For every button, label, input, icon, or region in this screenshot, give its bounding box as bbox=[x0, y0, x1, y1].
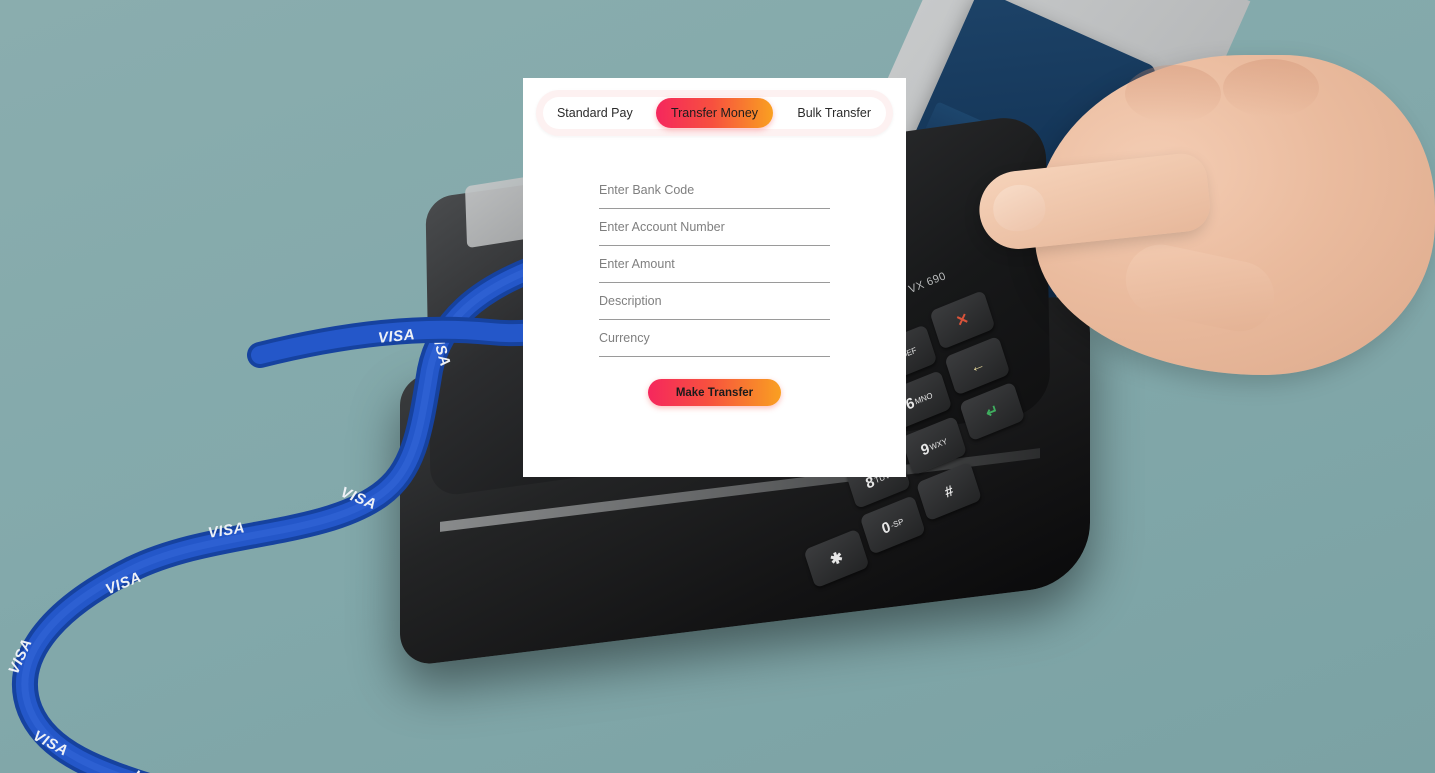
tab-transfer-money[interactable]: Transfer Money bbox=[655, 98, 774, 128]
currency-field bbox=[599, 320, 830, 357]
knuckle bbox=[1223, 59, 1319, 117]
submit-row: Make Transfer bbox=[599, 379, 830, 406]
account-number-field bbox=[599, 209, 830, 246]
make-transfer-button[interactable]: Make Transfer bbox=[648, 379, 781, 406]
currency-input[interactable] bbox=[599, 320, 830, 356]
tab-bulk-transfer[interactable]: Bulk Transfer bbox=[775, 98, 893, 128]
payment-mode-tabs: Standard Pay Transfer Money Bulk Transfe… bbox=[536, 90, 893, 136]
thumbnail bbox=[990, 182, 1048, 234]
hand-holding-card bbox=[975, 35, 1435, 395]
transfer-form: Make Transfer bbox=[523, 172, 906, 406]
transfer-form-panel: Standard Pay Transfer Money Bulk Transfe… bbox=[523, 78, 906, 477]
amount-input[interactable] bbox=[599, 246, 830, 282]
knuckle bbox=[1125, 65, 1221, 123]
bank-code-field bbox=[599, 172, 830, 209]
description-field bbox=[599, 283, 830, 320]
tab-standard-pay[interactable]: Standard Pay bbox=[536, 98, 654, 128]
amount-field bbox=[599, 246, 830, 283]
description-input[interactable] bbox=[599, 283, 830, 319]
account-number-input[interactable] bbox=[599, 209, 830, 245]
bank-code-input[interactable] bbox=[599, 172, 830, 208]
